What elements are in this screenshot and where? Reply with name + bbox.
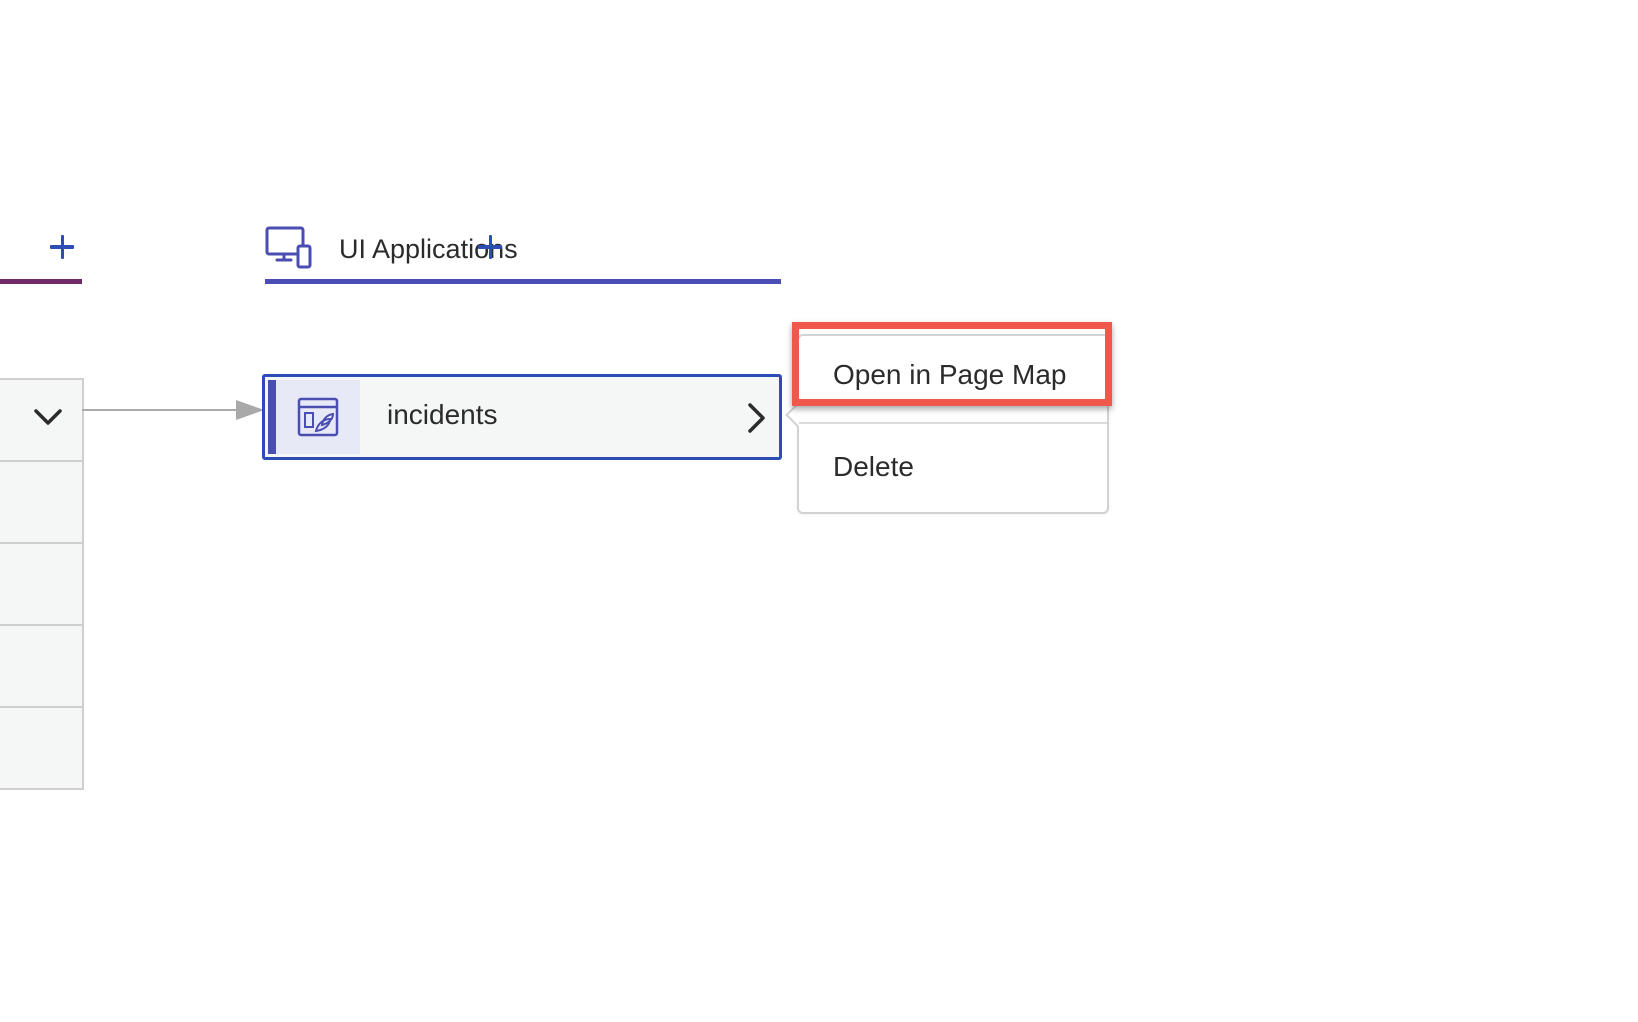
previous-column-add-button[interactable] bbox=[44, 229, 80, 265]
chevron-down-icon[interactable] bbox=[32, 406, 64, 428]
devices-icon bbox=[265, 226, 312, 269]
add-ui-application-button[interactable] bbox=[472, 229, 508, 265]
ui-applications-header: UI Applications bbox=[265, 222, 781, 284]
menu-item-label: Delete bbox=[833, 451, 914, 482]
context-menu: Open in Page Map Delete bbox=[785, 334, 1109, 514]
chevron-right-icon[interactable] bbox=[745, 401, 769, 435]
app-icon-tile bbox=[276, 380, 360, 454]
ui-applications-underline bbox=[265, 279, 781, 284]
app-card-label: incidents bbox=[387, 399, 498, 430]
selection-accent bbox=[268, 380, 276, 454]
app-card-incidents[interactable]: incidents bbox=[262, 374, 782, 460]
connector-arrow bbox=[82, 400, 264, 420]
previous-column-underline bbox=[0, 279, 82, 284]
menu-item-open-in-page-map[interactable]: Open in Page Map bbox=[799, 336, 1107, 416]
previous-column-list bbox=[0, 378, 84, 790]
list-item[interactable] bbox=[0, 626, 82, 708]
list-item[interactable] bbox=[0, 380, 82, 462]
list-item[interactable] bbox=[0, 708, 82, 788]
menu-item-delete[interactable]: Delete bbox=[799, 428, 1107, 508]
menu-divider bbox=[799, 422, 1107, 424]
list-item[interactable] bbox=[0, 462, 82, 544]
menu-item-label: Open in Page Map bbox=[833, 359, 1067, 390]
app-window-icon bbox=[297, 397, 339, 437]
list-item[interactable] bbox=[0, 544, 82, 626]
